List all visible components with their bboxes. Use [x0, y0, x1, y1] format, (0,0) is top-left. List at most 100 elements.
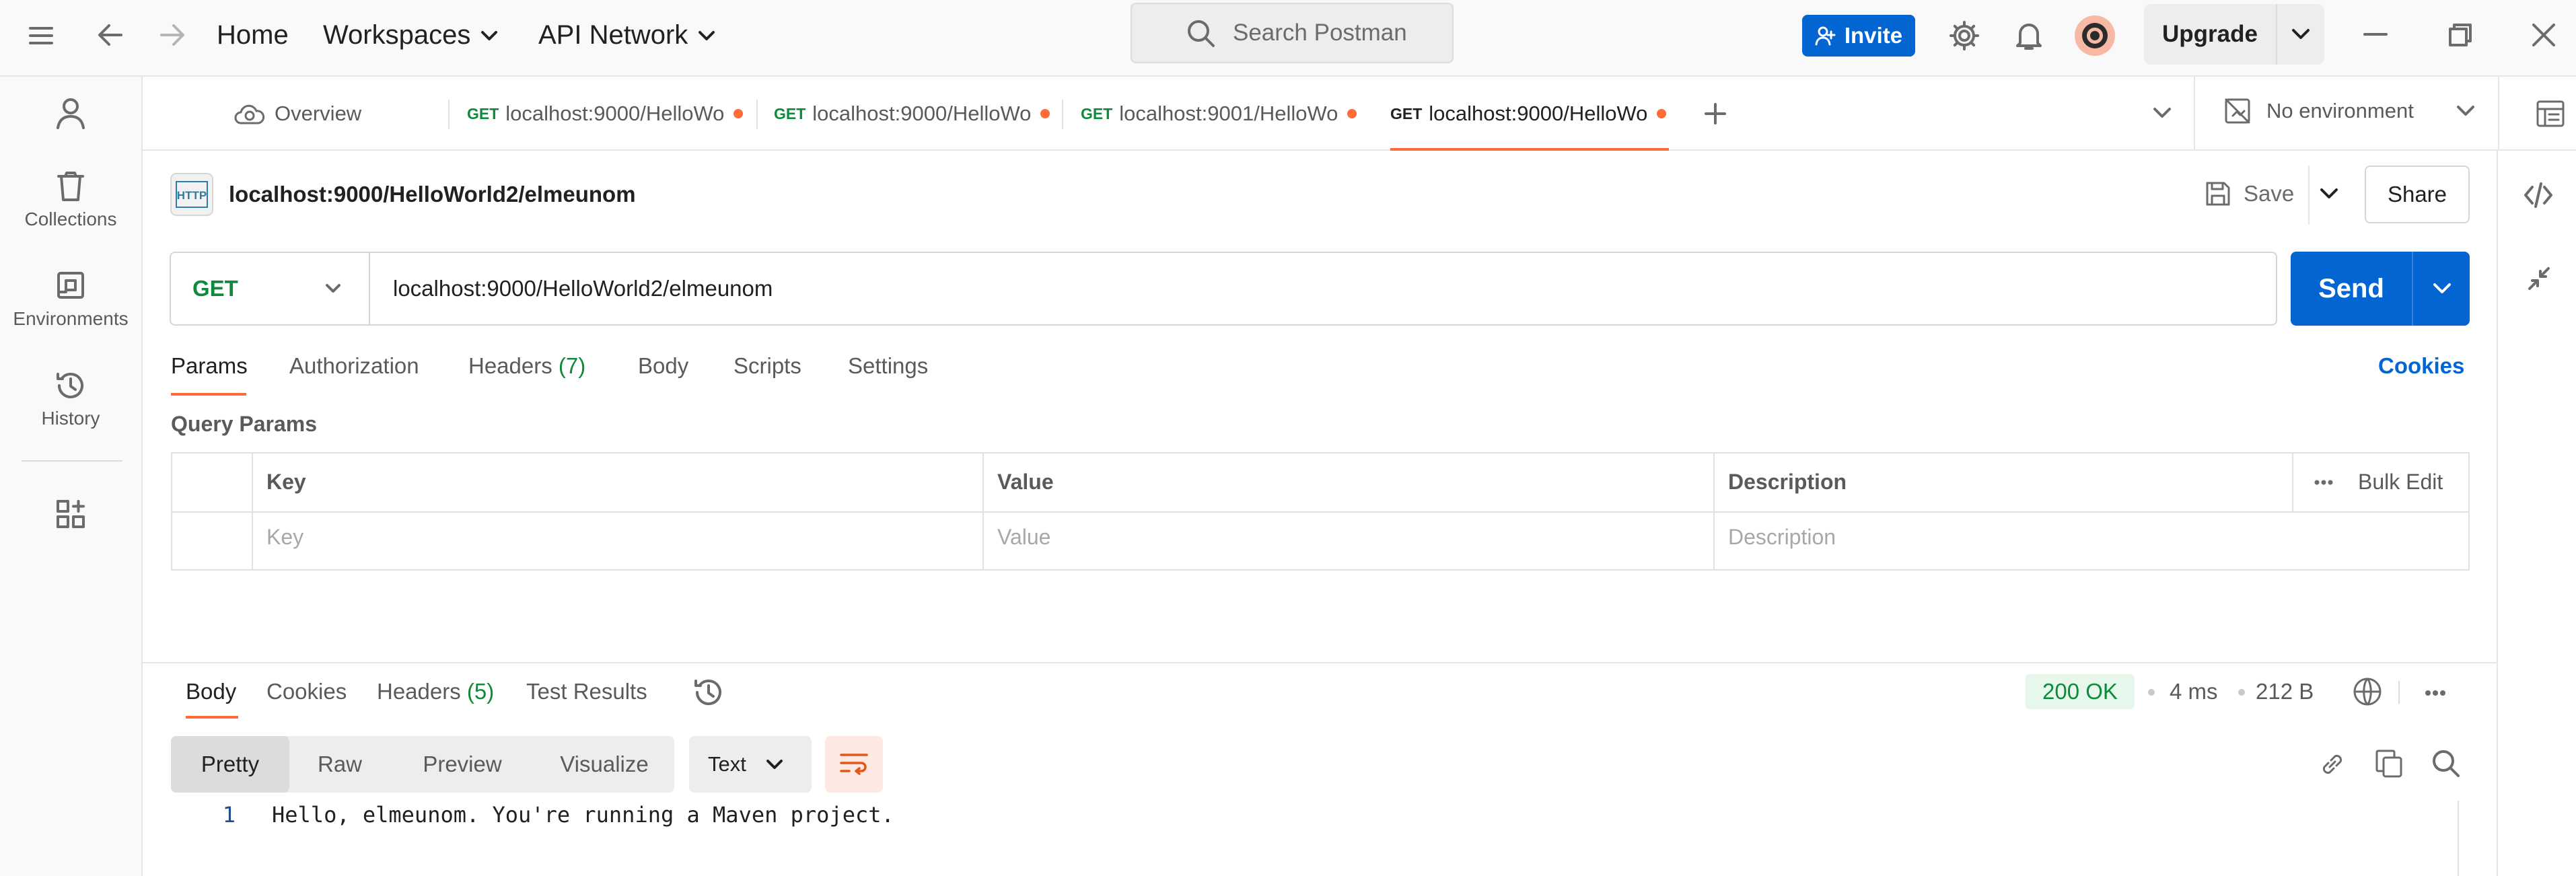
- copy-link-icon[interactable]: [2318, 750, 2347, 779]
- url-input[interactable]: localhost:9000/HelloWorld2/elmeunom: [370, 276, 773, 301]
- tab-headers[interactable]: Headers (7): [468, 353, 585, 379]
- bulk-edit-button[interactable]: Bulk Edit: [2358, 470, 2443, 495]
- wrap-lines-icon: [839, 752, 869, 776]
- send-button[interactable]: Send: [2291, 252, 2470, 326]
- environment-selector[interactable]: No environment: [2223, 97, 2476, 125]
- send-options-chevron-icon[interactable]: [2432, 282, 2452, 295]
- status-badge[interactable]: 200 OK: [2026, 674, 2135, 709]
- active-tab-indicator: [186, 716, 238, 719]
- active-tab-indicator: [171, 393, 246, 396]
- tab-response-headers[interactable]: Headers (5): [377, 679, 494, 704]
- value-input[interactable]: Value: [997, 525, 1050, 550]
- method-selector[interactable]: GET: [171, 253, 370, 324]
- tab-request[interactable]: GET localhost:9000/HelloWo: [774, 77, 1050, 151]
- settings-gear-icon[interactable]: [1949, 20, 1980, 51]
- nav-api-network-label: API Network: [538, 20, 688, 50]
- environment-icon: [0, 270, 141, 301]
- tab-request-active[interactable]: GET localhost:9000/HelloWo: [1390, 77, 1667, 151]
- tab-divider: [1062, 100, 1063, 129]
- restore-window-icon[interactable]: [2448, 23, 2472, 47]
- tab-scripts[interactable]: Scripts: [734, 353, 801, 379]
- view-mode-raw[interactable]: Raw: [289, 736, 390, 793]
- back-arrow-icon[interactable]: [97, 23, 124, 47]
- tab-response-body[interactable]: Body: [186, 679, 236, 704]
- view-mode-visualize[interactable]: Visualize: [534, 736, 674, 793]
- collapse-arrows-icon[interactable]: [2526, 265, 2552, 292]
- invite-button[interactable]: Invite: [1802, 15, 1915, 57]
- tab-authorization[interactable]: Authorization: [289, 353, 419, 379]
- tab-test-results[interactable]: Test Results: [526, 679, 647, 704]
- view-mode-preview[interactable]: Preview: [390, 736, 534, 793]
- close-window-icon[interactable]: [2532, 23, 2556, 47]
- search-placeholder: Search Postman: [1233, 20, 1407, 46]
- code-snippet-icon[interactable]: [2524, 182, 2553, 209]
- configure-workbench-icon[interactable]: [0, 499, 141, 529]
- tabs-dropdown-chevron-icon[interactable]: [2152, 106, 2172, 120]
- code-line[interactable]: Hello, elmeunom. You're running a Maven …: [272, 802, 894, 828]
- key-input[interactable]: Key: [266, 525, 303, 550]
- chevron-down-icon: [2456, 104, 2476, 118]
- unsaved-dot: [734, 109, 744, 118]
- request-title[interactable]: localhost:9000/HelloWorld2/elmeunom: [229, 182, 636, 207]
- save-options-chevron-icon[interactable]: [2319, 187, 2339, 200]
- view-mode-pretty[interactable]: Pretty: [171, 736, 289, 793]
- sidebar-item-environments[interactable]: Environments: [0, 270, 141, 330]
- copy-icon[interactable]: [2374, 748, 2404, 779]
- sidebar-item-collections[interactable]: Collections: [0, 171, 141, 230]
- editor-scrollbar[interactable]: [2458, 801, 2459, 876]
- upgrade-divider: [2276, 4, 2277, 65]
- invite-label: Invite: [1844, 23, 1903, 48]
- search-icon: [1186, 18, 1215, 48]
- menu-icon[interactable]: [28, 26, 54, 46]
- nav-api-network[interactable]: API Network: [538, 20, 716, 50]
- nav-workspaces[interactable]: Workspaces: [323, 20, 499, 50]
- new-tab-plus-icon[interactable]: [1704, 102, 1727, 125]
- search-input[interactable]: Search Postman: [1131, 3, 1454, 63]
- tab-response-cookies[interactable]: Cookies: [266, 679, 347, 704]
- avatar[interactable]: [2074, 15, 2116, 57]
- tab-method: GET: [774, 104, 806, 122]
- send-label: Send: [2318, 273, 2384, 303]
- method-label: GET: [192, 276, 238, 301]
- trash-bin-icon: [0, 171, 141, 202]
- description-input[interactable]: Description: [1728, 525, 1836, 550]
- user-profile-icon[interactable]: [0, 97, 141, 129]
- tab-body[interactable]: Body: [638, 353, 688, 379]
- tab-request[interactable]: GET localhost:9001/HelloWo: [1081, 77, 1357, 151]
- right-context-bar: [2497, 151, 2576, 876]
- notifications-bell-icon[interactable]: [2015, 20, 2043, 51]
- send-divider: [2412, 252, 2413, 326]
- response-time[interactable]: 4 ms: [2170, 679, 2218, 704]
- minimize-window-icon[interactable]: [2363, 32, 2388, 36]
- view-mode-selector: Pretty Raw Preview Visualize: [171, 736, 674, 793]
- forward-arrow-icon[interactable]: [159, 23, 186, 47]
- response-size[interactable]: 212 B: [2256, 679, 2314, 704]
- left-sidebar: Collections Environments History: [0, 77, 143, 876]
- share-button[interactable]: Share: [2365, 166, 2470, 223]
- more-options-icon[interactable]: [2314, 479, 2334, 486]
- tab-overview[interactable]: Overview: [234, 77, 361, 151]
- tab-request[interactable]: GET localhost:9000/HelloWo: [467, 77, 744, 151]
- sidebar-divider: [22, 460, 122, 462]
- cookies-link[interactable]: Cookies: [2378, 353, 2464, 379]
- search-icon[interactable]: [2431, 748, 2460, 778]
- save-button[interactable]: Save: [2205, 180, 2294, 207]
- table-column-divider: [2292, 453, 2293, 511]
- sidebar-item-history[interactable]: History: [0, 370, 141, 429]
- chevron-down-icon: [480, 30, 499, 42]
- response-history-icon[interactable]: [693, 677, 724, 708]
- tab-settings[interactable]: Settings: [848, 353, 928, 379]
- response-more-options-icon[interactable]: [2424, 689, 2447, 697]
- response-pane-divider[interactable]: [143, 662, 2497, 663]
- format-selector[interactable]: Text: [689, 736, 812, 793]
- active-tab-indicator: [1390, 148, 1669, 151]
- environment-quick-look-icon[interactable]: [2536, 100, 2565, 128]
- network-globe-icon[interactable]: [2353, 677, 2382, 706]
- nav-home[interactable]: Home: [217, 20, 289, 50]
- tab-params[interactable]: Params: [171, 353, 248, 379]
- upgrade-button[interactable]: Upgrade: [2144, 4, 2324, 65]
- query-params-table: Key Value Description Bulk Edit Key Valu…: [171, 452, 2470, 571]
- chevron-down-icon: [697, 30, 716, 42]
- chevron-down-icon[interactable]: [2291, 28, 2311, 41]
- wrap-lines-button[interactable]: [825, 736, 883, 793]
